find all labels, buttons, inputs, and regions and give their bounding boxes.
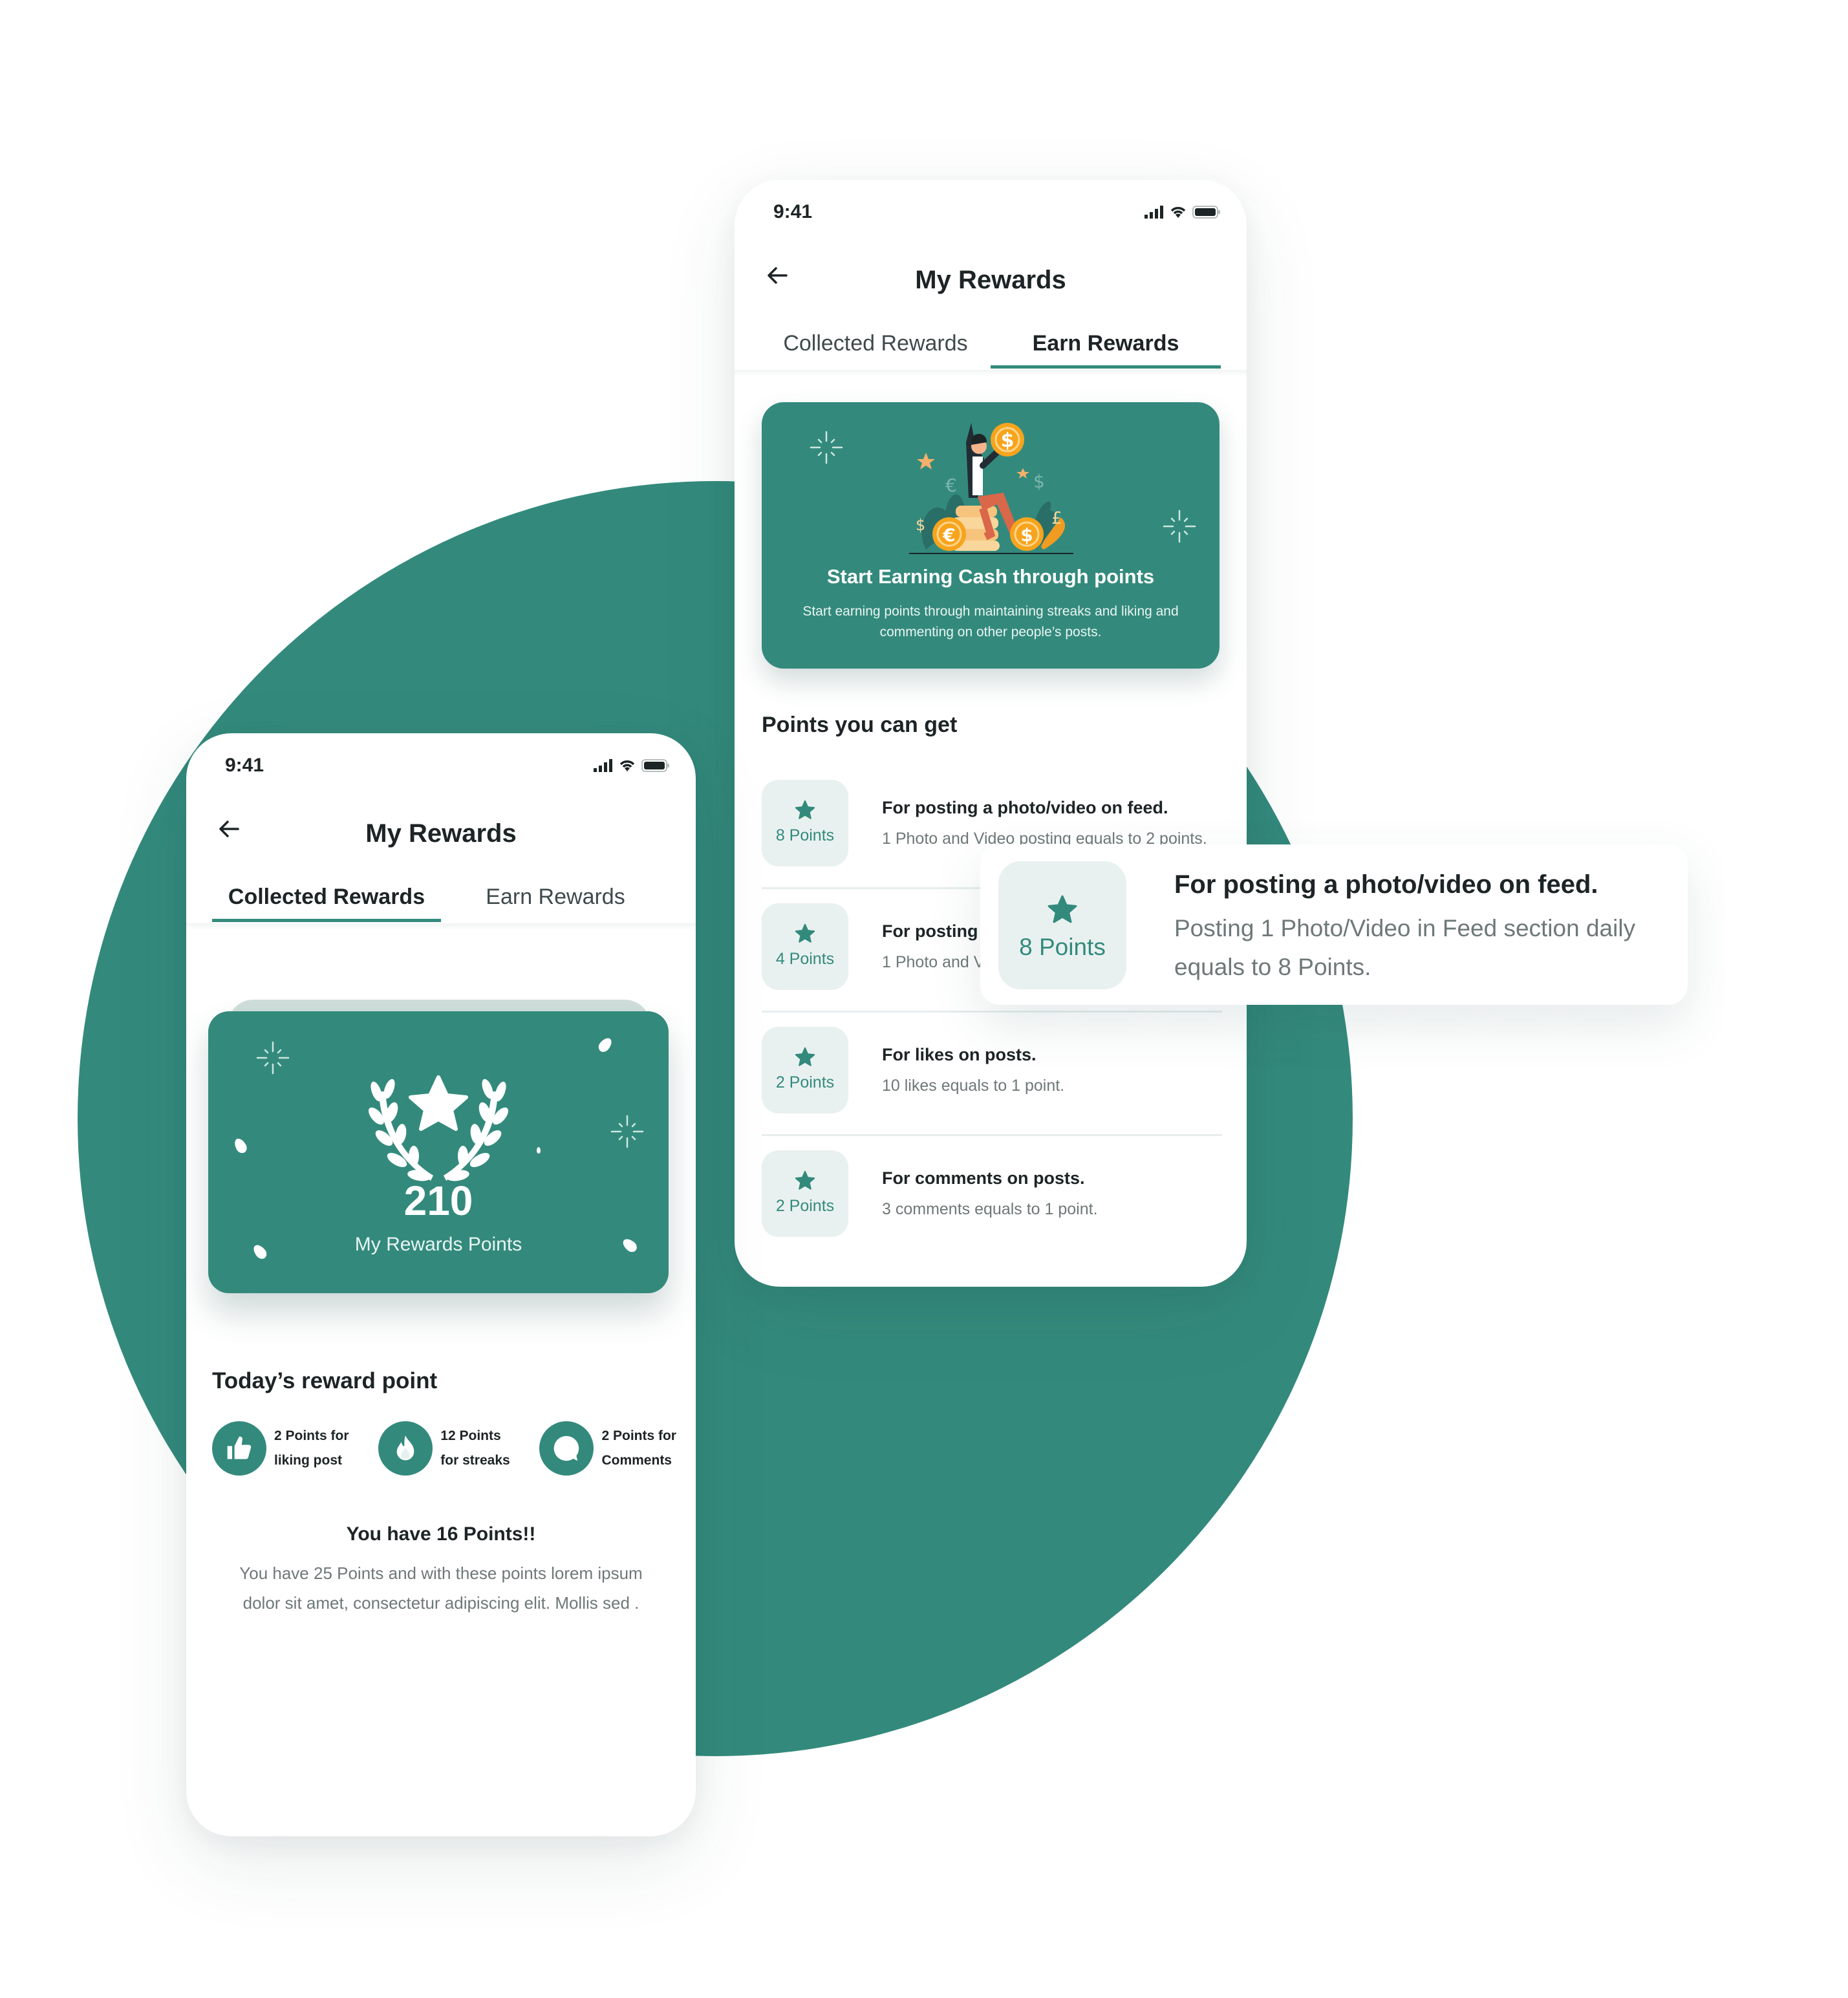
confetti	[537, 1147, 541, 1154]
status-time: 9:41	[773, 201, 813, 222]
points-badge: 2 Points	[762, 1150, 848, 1237]
tab-collected-rewards[interactable]: Collected Rewards	[212, 881, 441, 922]
wifi-icon	[1170, 207, 1186, 218]
points-section-title: Points you can get	[762, 713, 958, 737]
points-value: 4 Points	[775, 950, 835, 968]
page-title: My Rewards	[365, 819, 517, 848]
app-header: My Rewards	[186, 811, 696, 856]
points-value: 8 Points	[1019, 934, 1106, 960]
rewards-points-value: 210	[403, 1177, 473, 1224]
page-title: My Rewards	[915, 265, 1066, 294]
confetti	[596, 1035, 614, 1055]
back-button[interactable]	[216, 816, 248, 848]
popup-title: For posting a photo/video on feed.	[1174, 870, 1598, 899]
reward-item[interactable]: 2 Points For comments on posts. 3 commen…	[762, 1136, 1222, 1258]
tab-collected-rewards[interactable]: Collected Rewards	[760, 327, 991, 366]
rewards-list: 8 Points For posting a photo/video on fe…	[762, 766, 1222, 1258]
reward-title: For comments on posts.	[882, 1168, 1085, 1188]
app-header: My Rewards	[735, 257, 1247, 303]
collected-rewards-screen: 9:41 My Rewards Collected Rewards Earn R…	[186, 733, 696, 1836]
laurel-star-icon	[369, 1075, 508, 1181]
points-value: 8 Points	[775, 826, 835, 844]
confetti	[232, 1136, 249, 1155]
star-icon	[795, 1047, 815, 1066]
today-item-comments: 2 Points for Comments	[539, 1421, 676, 1476]
points-badge: 2 Points	[762, 1027, 848, 1113]
points-summary-title: You have 16 Points!!	[346, 1523, 536, 1545]
svg-text:$: $	[1001, 429, 1015, 452]
earn-cash-banner: $ € $ € $ £ $ Start Earning Cash through…	[762, 402, 1219, 669]
thumbs-up-icon	[212, 1421, 266, 1476]
today-item-streaks: 12 Points for streaks	[378, 1421, 510, 1476]
reward-title: For likes on posts.	[882, 1045, 1037, 1064]
today-reward-list: 2 Points for liking post 12 Points for s…	[212, 1421, 676, 1476]
comment-icon	[539, 1421, 594, 1476]
today-item-line1: 2 Points for	[274, 1428, 349, 1443]
sparkle-icon	[810, 431, 843, 464]
sparkle-icon	[610, 1115, 644, 1148]
tab-bar: Collected Rewards Earn Rewards	[212, 881, 670, 922]
flame-icon	[378, 1421, 433, 1476]
points-summary-desc: You have 25 Points and with these points…	[239, 1563, 643, 1613]
banner-title: Start Earning Cash through points	[826, 565, 1155, 588]
popup-desc: Posting 1 Photo/Video in Feed section da…	[1174, 915, 1636, 980]
star-icon	[795, 1170, 815, 1190]
tab-earn-rewards[interactable]: Earn Rewards	[441, 881, 670, 919]
banner-subtitle: Start earning points through maintaining…	[802, 604, 1179, 639]
signal-icon	[1144, 206, 1163, 219]
status-time: 9:41	[225, 755, 264, 776]
points-badge: 8 Points	[998, 861, 1126, 989]
points-value: 2 Points	[775, 1197, 835, 1215]
reward-desc: 10 likes equals to 1 point.	[882, 1077, 1065, 1095]
arrow-left-icon	[768, 267, 788, 284]
star-icon	[1048, 895, 1077, 923]
tab-earn-rewards[interactable]: Earn Rewards	[991, 327, 1221, 369]
battery-icon	[641, 759, 669, 772]
sparkle-icon	[256, 1041, 290, 1075]
star-icon	[795, 923, 815, 943]
points-value: 2 Points	[775, 1073, 835, 1091]
svg-text:€: €	[945, 475, 957, 496]
today-item-line2: Comments	[601, 1453, 672, 1468]
back-button[interactable]	[764, 263, 797, 295]
today-item-line2: for streaks	[440, 1453, 510, 1468]
svg-text:€: €	[942, 524, 955, 546]
tabs-divider	[735, 370, 1247, 376]
today-item-liking: 2 Points for liking post	[212, 1421, 349, 1476]
reward-detail-popup: 8 Points For posting a photo/video on fe…	[980, 844, 1688, 1005]
today-item-line2: liking post	[274, 1453, 342, 1468]
wifi-icon	[619, 760, 635, 771]
battery-icon	[1192, 206, 1220, 219]
status-bar: 9:41	[225, 753, 670, 779]
svg-text:£: £	[1051, 509, 1062, 528]
svg-text:$: $	[1020, 524, 1033, 546]
arrow-left-icon	[219, 821, 239, 837]
reward-title: For posting a photo/video on feed.	[882, 798, 1168, 817]
rewards-points-label: My Rewards Points	[354, 1234, 522, 1255]
points-badge: 8 Points	[762, 780, 848, 866]
rewards-points-card: 210 My Rewards Points	[208, 1011, 669, 1293]
star-icon	[795, 800, 815, 819]
today-item-line1: 12 Points	[440, 1428, 501, 1443]
points-badge: 4 Points	[762, 903, 848, 990]
tab-bar: Collected Rewards Earn Rewards	[760, 327, 1221, 369]
reward-item[interactable]: 2 Points For likes on posts. 10 likes eq…	[762, 1013, 1222, 1136]
svg-text:$: $	[1033, 471, 1045, 492]
earn-rewards-screen: 9:41 My Rewards Collected Rewards Earn R…	[735, 180, 1247, 1287]
status-bar: 9:41	[773, 199, 1221, 225]
svg-text:$: $	[916, 516, 925, 534]
money-celebration-illustration: $ € $ € $ £ $	[909, 423, 1073, 554]
reward-desc: 3 comments equals to 1 point.	[882, 1200, 1098, 1218]
today-reward-title: Today’s reward point	[212, 1368, 438, 1393]
signal-icon	[594, 759, 612, 772]
sparkle-icon	[1163, 510, 1196, 543]
tabs-divider	[186, 923, 696, 930]
today-item-line1: 2 Points for	[601, 1428, 676, 1443]
